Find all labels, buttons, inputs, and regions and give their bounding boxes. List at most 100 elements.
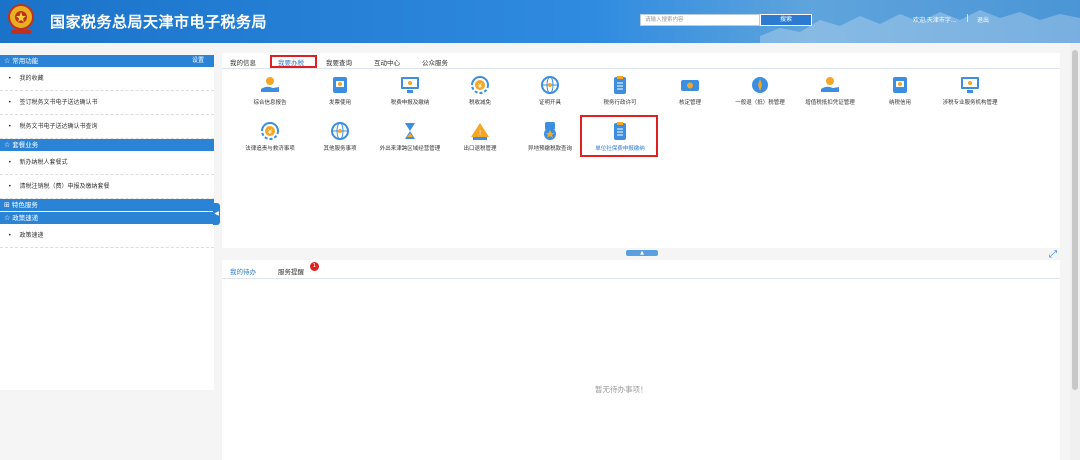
sidebar-item-new-taxpayer[interactable]: • 新办纳税人套餐式 [0, 151, 214, 175]
service-label: 纳税信用 [888, 100, 911, 106]
ticket-icon [681, 80, 699, 91]
panel-toggle-handle[interactable]: ▲ [626, 250, 658, 256]
globe-icon [541, 76, 559, 94]
monitor-icon [961, 77, 979, 93]
tab-query[interactable]: 我要查询 [326, 57, 352, 67]
service-label: 外出来津跨区域经营管理 [379, 146, 441, 152]
bullet: • [8, 183, 12, 190]
reminder-count-badge: 1 [310, 262, 319, 271]
service-label: 增值税抵扣凭证管理 [805, 100, 855, 106]
sidebar-item-policy[interactable]: • 政策速递 [0, 224, 214, 248]
hand-coin-icon [261, 77, 279, 92]
sidebar-item-sign-confirmation[interactable]: • 签订税务文书电子送达确认书 [0, 91, 214, 115]
sidebar-collapse-handle[interactable]: ◀ [213, 203, 220, 225]
svg-text:!: ! [479, 129, 482, 137]
service-label: 涉税专业服务机构管理 [942, 100, 998, 106]
service-legal-remedy[interactable]: ¥ 法律追责与救济事项 [230, 121, 310, 153]
section-title: 常用功能 [12, 57, 39, 65]
service-tax-declaration[interactable]: 税费申报及缴纳 [370, 75, 450, 107]
bullet: • [8, 123, 12, 130]
sidebar-item-confirmation-query[interactable]: • 税务文书电子送达确认书查询 [0, 115, 214, 139]
service-cross-region[interactable]: 外出来津跨区域经营管理 [370, 121, 450, 153]
bullet: • [8, 99, 12, 106]
item-label: 清税注销税（费）申报及缴纳套餐 [19, 183, 110, 190]
svg-text:¥: ¥ [478, 82, 483, 90]
search-input[interactable]: 请输入搜索内容 [640, 14, 760, 26]
todo-panel: 我的待办 服务提醒 [222, 260, 1060, 460]
tab-public-service[interactable]: 公众服务 [422, 57, 448, 67]
hand-coin-icon [821, 77, 839, 92]
hourglass-icon [405, 123, 415, 139]
bullet: • [8, 159, 12, 166]
tab-service-reminder[interactable]: 服务提醒 [278, 266, 304, 276]
service-highlight-box [580, 115, 658, 157]
page-title: 国家税务总局天津市电子税务局 [50, 13, 268, 31]
clipboard-icon [614, 76, 626, 94]
service-label: 综合信息报告 [253, 100, 287, 106]
sidebar-item-favorites[interactable]: • 我的收藏 [0, 67, 214, 91]
yuan-refresh-icon: ¥ [471, 76, 489, 94]
item-label: 税务文书电子送达确认书查询 [19, 123, 98, 130]
top-banner: 国家税务总局天津市电子税务局 请输入搜索内容 搜索 欢迎,天津市字... | 退… [0, 0, 1080, 43]
section-title: 套餐业务 [12, 141, 39, 149]
sidebar: ☆ 常用功能 设置 • 我的收藏 • 签订税务文书电子送达确认书 • 税务文书电子送达确… [0, 55, 214, 390]
service-label: 税务行政许可 [603, 100, 637, 106]
service-label: 税收减免 [468, 100, 491, 106]
settings-link[interactable]: 设置 [192, 55, 204, 67]
service-export-refund[interactable]: ! 出口退税管理 [440, 121, 520, 153]
scrollbar-thumb[interactable] [1072, 50, 1078, 390]
sidebar-section-common[interactable]: ☆ 常用功能 设置 [0, 55, 214, 67]
section-title: 政策速递 [12, 214, 39, 222]
compass-icon [752, 77, 768, 93]
main-tabs: 我的信息 我要办税 我要查询 互动中心 公众服务 [222, 53, 1060, 69]
service-tax-credit[interactable]: 纳税信用 [860, 75, 940, 107]
welcome-text: 欢迎,天津市字... [913, 17, 957, 24]
sidebar-section-special[interactable]: ⊞ 特色服务 [0, 199, 214, 211]
search-button[interactable]: 搜索 [760, 14, 812, 26]
tab-divider [222, 278, 1060, 279]
service-vat-deduction[interactable]: 增值税抵扣凭证管理 [790, 75, 870, 107]
service-assessment[interactable]: 核定管理 [650, 75, 730, 107]
header-separator: | [966, 13, 969, 22]
sidebar-item-deregistration[interactable]: • 清税注销税（费）申报及缴纳套餐 [0, 175, 214, 199]
star-icon: ☆ [4, 57, 11, 65]
service-other[interactable]: 其他服务事项 [300, 121, 380, 153]
invoice-icon [333, 77, 347, 93]
monitor-icon [401, 77, 419, 93]
tab-interaction[interactable]: 互动中心 [374, 57, 400, 67]
logout-link[interactable]: 退出 [977, 15, 989, 24]
star-icon: ☆ [4, 214, 11, 222]
yuan-refresh-icon: ¥ [261, 122, 279, 140]
service-label: 发票使用 [328, 100, 351, 106]
medal-icon [544, 122, 556, 140]
item-label: 政策速递 [19, 232, 44, 239]
service-tax-refund[interactable]: 一般退（抵）税管理 [720, 75, 800, 107]
star-icon: ☆ [4, 141, 11, 149]
service-admin-permit[interactable]: 税务行政许可 [580, 75, 660, 107]
service-invoice-use[interactable]: 发票使用 [300, 75, 380, 107]
sidebar-section-policy[interactable]: ☆ 政策速递 [0, 212, 214, 224]
empty-state-text: 暂无待办事项！ [595, 385, 648, 394]
service-certificate[interactable]: 证明开具 [510, 75, 590, 107]
service-label: 异地预缴税款查询 [527, 146, 572, 152]
bullet: • [8, 232, 12, 239]
globe-icon [331, 122, 349, 140]
service-agency-management[interactable]: 涉税专业服务机构管理 [930, 75, 1010, 107]
service-panel: 我的信息 我要办税 我要查询 互动中心 公众服务 综合信息报告 发票使用 税费申… [222, 53, 1060, 248]
service-label: 税费申报及缴纳 [390, 100, 430, 106]
service-label: 证明开具 [538, 100, 561, 106]
service-prepaid-query[interactable]: 异地预缴税款查询 [510, 121, 590, 153]
tab-highlight-box [270, 55, 317, 68]
sidebar-section-packages[interactable]: ☆ 套餐业务 [0, 139, 214, 151]
item-label: 新办纳税人套餐式 [19, 159, 68, 166]
warning-icon: ! [471, 123, 489, 140]
svg-text:¥: ¥ [268, 128, 273, 136]
service-tax-reduction[interactable]: ¥ 税收减免 [440, 75, 520, 107]
tax-emblem-logo [8, 4, 34, 34]
tab-my-info[interactable]: 我的信息 [230, 57, 256, 67]
item-label: 我的收藏 [19, 75, 44, 82]
service-label: 出口退税管理 [463, 146, 497, 152]
service-comprehensive-info[interactable]: 综合信息报告 [230, 75, 310, 107]
service-label: 一般退（抵）税管理 [735, 100, 785, 106]
invoice-icon [893, 77, 907, 93]
